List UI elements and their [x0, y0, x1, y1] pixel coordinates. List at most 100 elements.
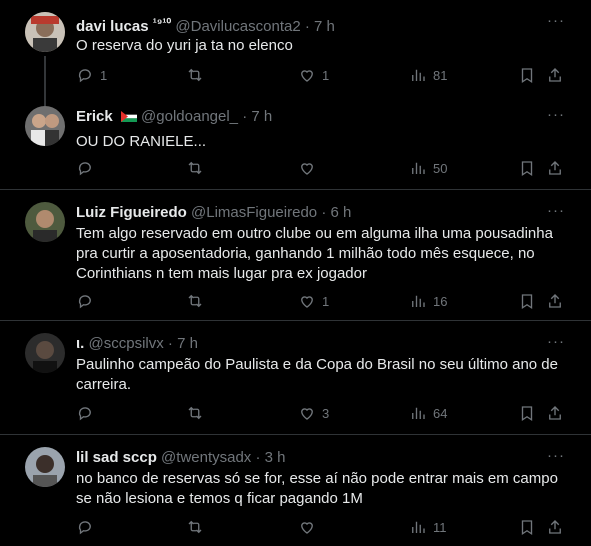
display-name[interactable]: davi lucas	[76, 18, 149, 35]
action-bar: 3 64	[76, 404, 566, 424]
reply-icon	[78, 295, 91, 309]
retweet-button[interactable]	[186, 292, 210, 310]
bar-chart-icon	[412, 69, 425, 81]
handle[interactable]: @goldoangel_	[141, 108, 238, 125]
tweet-text: Paulinho campeão do Paulista e da Copa d…	[76, 356, 558, 393]
dot-separator: ·	[304, 18, 310, 35]
bookmark-button[interactable]	[518, 518, 536, 536]
display-name[interactable]: lil sad sccp	[76, 449, 157, 466]
reply-button[interactable]	[76, 159, 100, 177]
reply-button[interactable]: 1	[76, 66, 107, 84]
tweet-header: Erick @goldoangel_ · 7 h	[76, 108, 272, 126]
retweet-icon	[188, 520, 202, 534]
dot-separator: ·	[255, 449, 261, 466]
like-count: 3	[322, 405, 330, 421]
retweet-button[interactable]	[186, 66, 210, 84]
retweet-icon	[188, 161, 202, 175]
handle[interactable]: @twentysadx	[161, 449, 251, 466]
avatar[interactable]	[25, 12, 65, 52]
reply-icon	[78, 521, 91, 535]
bookmark-button[interactable]	[518, 292, 536, 310]
retweet-button[interactable]	[186, 404, 210, 422]
reply-button[interactable]	[76, 404, 100, 422]
heart-icon	[301, 408, 313, 420]
display-name[interactable]: Erick	[76, 108, 113, 125]
bookmark-button[interactable]	[518, 159, 536, 177]
reply-button[interactable]	[76, 292, 100, 310]
dot-separator: ·	[167, 335, 173, 352]
bar-chart-icon	[412, 407, 425, 419]
more-options-button[interactable]: ···	[547, 202, 565, 219]
tweet[interactable]: Luiz Figueiredo @LimasFigueiredo · 6 h ·…	[0, 189, 591, 320]
share-button[interactable]	[546, 518, 564, 536]
view-count: 50	[433, 160, 448, 176]
dot-separator: ·	[242, 108, 248, 125]
thread-line	[44, 56, 46, 106]
tweet-text: OU DO RANIELE...	[76, 133, 207, 150]
retweet-icon	[188, 406, 202, 420]
like-button[interactable]	[298, 518, 322, 536]
action-bar: 1 1 81	[76, 66, 566, 86]
share-button[interactable]	[546, 292, 564, 310]
action-bar: 11	[76, 518, 566, 538]
handle[interactable]: @sccpsilvx	[89, 335, 164, 352]
handle[interactable]: @LimasFigueiredo	[191, 204, 317, 221]
more-options-button[interactable]: ···	[547, 12, 565, 29]
name-badge: ¹⁹¹⁰	[152, 16, 172, 30]
more-options-button[interactable]: ···	[547, 447, 565, 464]
bookmark-button[interactable]	[518, 404, 536, 422]
more-options-button[interactable]: ···	[547, 106, 565, 123]
handle[interactable]: @Davilucasconta2	[175, 18, 300, 35]
heart-icon	[301, 296, 313, 308]
tweet[interactable]: lil sad sccp @twentysadx · 3 h ··· no ba…	[0, 434, 591, 546]
views-button[interactable]: 11	[409, 518, 447, 536]
views-button[interactable]: 16	[409, 292, 447, 310]
like-button[interactable]: 3	[298, 404, 329, 422]
reply-icon	[78, 162, 91, 176]
tweet-text: Tem algo reservado em outro clube ou em …	[76, 225, 553, 282]
tweet[interactable]: davi lucas ¹⁹¹⁰ @Davilucasconta2 · 7 h ·…	[0, 0, 591, 106]
view-count: 11	[433, 519, 447, 535]
avatar[interactable]	[25, 333, 65, 373]
display-name[interactable]: ι.	[76, 335, 84, 352]
timestamp[interactable]: 6 h	[330, 204, 351, 221]
share-button[interactable]	[546, 404, 564, 422]
views-button[interactable]: 81	[409, 66, 447, 84]
timestamp[interactable]: 7 h	[314, 18, 335, 35]
views-button[interactable]: 50	[409, 159, 447, 177]
retweet-button[interactable]	[186, 518, 210, 536]
timestamp[interactable]: 3 h	[265, 449, 286, 466]
timestamp[interactable]: 7 h	[177, 335, 198, 352]
bar-chart-icon	[412, 295, 425, 307]
share-icon	[549, 406, 561, 420]
avatar[interactable]	[25, 447, 65, 487]
share-icon	[549, 68, 561, 82]
display-name[interactable]: Luiz Figueiredo	[76, 204, 187, 221]
bookmark-button[interactable]	[518, 66, 536, 84]
reply-icon	[78, 407, 91, 421]
reply-button[interactable]	[76, 518, 100, 536]
avatar[interactable]	[25, 106, 65, 146]
retweet-button[interactable]	[186, 159, 210, 177]
tweet[interactable]: Erick @goldoangel_ · 7 h ··· OU DO RANIE…	[0, 102, 591, 189]
like-button[interactable]	[298, 159, 322, 177]
tweet[interactable]: ι. @sccpsilvx · 7 h ··· Paulinho campeão…	[0, 320, 591, 434]
bar-chart-icon	[412, 521, 425, 533]
like-count: 1	[322, 293, 330, 309]
like-button[interactable]: 1	[298, 66, 329, 84]
view-count: 81	[433, 67, 448, 83]
views-button[interactable]: 64	[409, 404, 447, 422]
reply-count: 1	[100, 67, 108, 83]
like-button[interactable]: 1	[298, 292, 329, 310]
heart-icon	[301, 70, 313, 82]
share-icon	[549, 294, 561, 308]
avatar[interactable]	[25, 202, 65, 242]
timestamp[interactable]: 7 h	[251, 108, 272, 125]
dot-separator: ·	[321, 204, 327, 221]
view-count: 16	[433, 293, 448, 309]
share-button[interactable]	[546, 66, 564, 84]
share-icon	[549, 520, 561, 534]
more-options-button[interactable]: ···	[547, 333, 565, 350]
share-button[interactable]	[546, 159, 564, 177]
heart-icon	[301, 522, 313, 534]
